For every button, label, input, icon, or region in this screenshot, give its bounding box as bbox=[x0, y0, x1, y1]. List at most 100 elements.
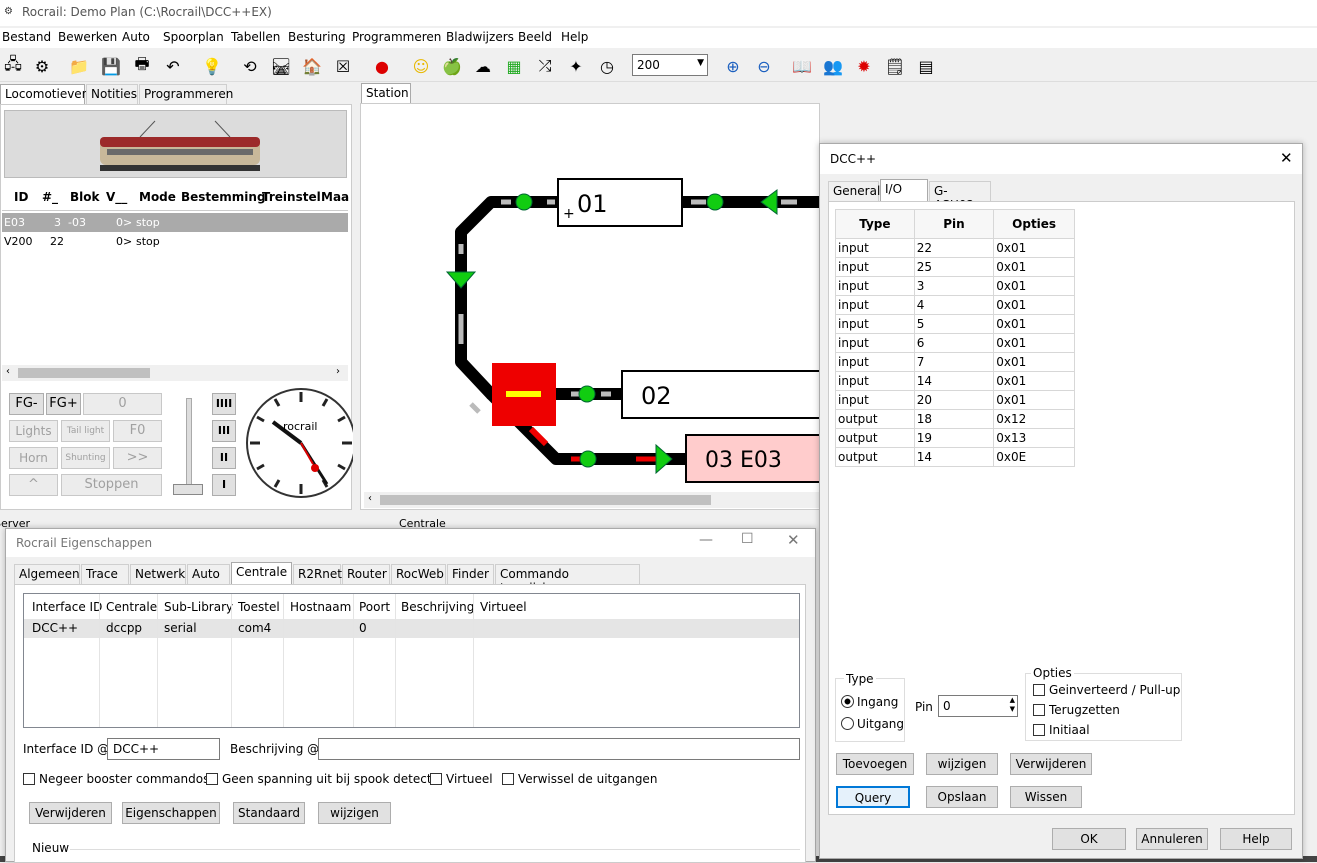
table-row[interactable]: input 20 0x01 bbox=[835, 390, 1075, 410]
table-row[interactable]: input 22 0x01 bbox=[835, 238, 1075, 258]
table-row[interactable]: input 25 0x01 bbox=[835, 257, 1075, 277]
sparkle-icon[interactable]: ✦ bbox=[563, 53, 589, 79]
col-bestemming[interactable]: Bestemming bbox=[181, 190, 266, 204]
close-icon[interactable]: ✕ bbox=[787, 531, 800, 549]
col-opties[interactable]: Opties bbox=[993, 209, 1075, 239]
calculator-icon[interactable]: ▤ bbox=[913, 53, 939, 79]
book-icon[interactable]: 📖 bbox=[789, 53, 815, 79]
clock-icon[interactable]: ◷ bbox=[594, 53, 620, 79]
horn-button[interactable]: Horn bbox=[9, 447, 58, 469]
virtueel-checkbox[interactable]: Virtueel bbox=[430, 772, 493, 786]
menu-beeld[interactable]: Beeld bbox=[518, 30, 552, 44]
beschrijving-input[interactable] bbox=[318, 738, 800, 760]
loop-icon[interactable]: ⟲ bbox=[237, 53, 263, 79]
col-virtueel[interactable]: Virtueel bbox=[480, 600, 527, 614]
tab-r2rnet[interactable]: R2Rnet bbox=[293, 564, 342, 584]
speed-slider-track[interactable] bbox=[186, 398, 192, 490]
block-03[interactable]: 03 E03 bbox=[685, 434, 821, 483]
block-02[interactable]: 02 bbox=[621, 370, 821, 419]
table-row[interactable]: input 5 0x01 bbox=[835, 314, 1075, 334]
minimize-icon[interactable]: — bbox=[699, 532, 713, 548]
shunting-button[interactable]: Shunting bbox=[61, 447, 110, 469]
terugzetten-checkbox[interactable]: Terugzetten bbox=[1033, 703, 1120, 717]
notepad-icon[interactable]: 🗒 bbox=[882, 53, 908, 79]
print-icon[interactable]: 🖶 bbox=[129, 53, 155, 79]
gear2-button[interactable]: II bbox=[212, 447, 236, 469]
stop-button[interactable]: Stoppen bbox=[61, 474, 162, 496]
remove-button[interactable]: Verwijderen bbox=[1010, 753, 1092, 775]
tab-rocweb[interactable]: RocWeb bbox=[391, 564, 446, 584]
tab-g-ash02[interactable]: G-ASH02 bbox=[929, 181, 991, 212]
scroll-left-icon[interactable]: ‹ bbox=[6, 366, 10, 377]
remove-button[interactable]: Verwijderen bbox=[29, 802, 112, 824]
save-button[interactable]: Opslaan bbox=[926, 786, 998, 808]
tab-centrale[interactable]: Centrale bbox=[231, 562, 292, 584]
fg-minus-button[interactable]: FG- bbox=[9, 393, 44, 415]
forward-button[interactable]: >> bbox=[113, 447, 162, 469]
speed-button[interactable]: 0 bbox=[83, 393, 162, 415]
menu-tabellen[interactable]: Tabellen bbox=[231, 30, 280, 44]
track-icon[interactable]: 🛤 bbox=[268, 53, 294, 79]
spook-checkbox[interactable]: Geen spanning uit bij spook detectie bbox=[206, 772, 442, 786]
ok-button[interactable]: OK bbox=[1052, 828, 1126, 850]
col-pin[interactable]: Pin bbox=[913, 209, 995, 239]
col-nr[interactable]: #_ bbox=[42, 190, 58, 204]
tab-locomotieven[interactable]: Locomotieven bbox=[0, 84, 89, 104]
zoom-out-icon[interactable]: ⊖ bbox=[751, 53, 777, 79]
booster-checkbox[interactable]: Negeer booster commandos bbox=[23, 772, 209, 786]
tab-algemeen[interactable]: Algemeen bbox=[14, 564, 80, 584]
col-poort[interactable]: Poort bbox=[359, 600, 390, 614]
col-blok[interactable]: Blok bbox=[70, 190, 99, 204]
default-button[interactable]: Standaard bbox=[233, 802, 305, 824]
col-hostnaam[interactable]: Hostnaam bbox=[290, 600, 351, 614]
stop-record-icon[interactable]: ● bbox=[369, 53, 395, 79]
tab-trace[interactable]: Trace bbox=[81, 564, 129, 584]
table-row[interactable]: output 14 0x0E bbox=[835, 447, 1075, 467]
geinverteerd-checkbox[interactable]: Geinverteerd / Pull-up bbox=[1033, 683, 1180, 697]
block-01[interactable]: + 01 bbox=[557, 178, 683, 227]
table-row[interactable]: input 14 0x01 bbox=[835, 371, 1075, 391]
clear-button[interactable]: Wissen bbox=[1010, 786, 1082, 808]
horizontal-scrollbar[interactable]: ‹ › bbox=[2, 365, 348, 381]
tab-io[interactable]: I/O bbox=[880, 179, 928, 201]
fg-plus-button[interactable]: FG+ bbox=[46, 393, 81, 415]
cancel-button[interactable]: Annuleren bbox=[1136, 828, 1208, 850]
gear1-button[interactable]: I bbox=[212, 474, 236, 496]
table-row[interactable]: V200 22 0> stop bbox=[2, 232, 348, 251]
save-icon[interactable]: 💾 bbox=[98, 53, 124, 79]
table-row[interactable]: input 7 0x01 bbox=[835, 352, 1075, 372]
apple-icon[interactable]: 🍏 bbox=[439, 53, 465, 79]
tab-notities[interactable]: Notities bbox=[86, 84, 138, 104]
col-mode[interactable]: Mode bbox=[139, 190, 176, 204]
spinner-arrows-icon[interactable]: ▲ ▼ bbox=[1010, 696, 1015, 714]
query-button[interactable]: Query bbox=[836, 786, 910, 808]
tab-netwerk[interactable]: Netwerk bbox=[130, 564, 186, 584]
scroll-right-icon[interactable]: › bbox=[336, 366, 340, 377]
people-icon[interactable]: 👥 bbox=[820, 53, 846, 79]
col-treinstel[interactable]: Treinstel bbox=[262, 190, 321, 204]
table-row[interactable]: input 6 0x01 bbox=[835, 333, 1075, 353]
undo-icon[interactable]: ↶ bbox=[160, 53, 186, 79]
zoom-in-icon[interactable]: ⊕ bbox=[720, 53, 746, 79]
smiley-icon[interactable]: ☺ bbox=[408, 53, 434, 79]
house-icon[interactable]: 🏠 bbox=[299, 53, 325, 79]
alert-icon[interactable]: ✹ bbox=[851, 53, 877, 79]
col-sub-library[interactable]: Sub-Library bbox=[164, 600, 233, 614]
table-row[interactable]: E03 3 -03 0> stop bbox=[2, 213, 348, 232]
initiaal-checkbox[interactable]: Initiaal bbox=[1033, 723, 1090, 737]
menu-help[interactable]: Help bbox=[561, 30, 588, 44]
close-box-icon[interactable]: ☒ bbox=[330, 53, 356, 79]
zoom-select[interactable]: 200 ▼ bbox=[632, 54, 708, 76]
blocks-icon[interactable]: ▦ bbox=[501, 53, 527, 79]
verwissel-checkbox[interactable]: Verwissel de uitgangen bbox=[502, 772, 657, 786]
pin-spinner[interactable]: 0 ▲ ▼ bbox=[938, 695, 1018, 717]
tab-station[interactable]: Station bbox=[361, 83, 411, 103]
properties-button[interactable]: Eigenschappen bbox=[122, 802, 220, 824]
tab-finder[interactable]: Finder bbox=[447, 564, 494, 584]
col-type[interactable]: Type bbox=[835, 209, 915, 239]
connect-icon[interactable]: 🖧 bbox=[0, 53, 26, 79]
table-row[interactable]: input 4 0x01 bbox=[835, 295, 1075, 315]
close-icon[interactable]: ✕ bbox=[1280, 149, 1293, 167]
ingang-radio[interactable]: Ingang bbox=[841, 695, 898, 709]
menu-bladwijzers[interactable]: Bladwijzers bbox=[446, 30, 514, 44]
